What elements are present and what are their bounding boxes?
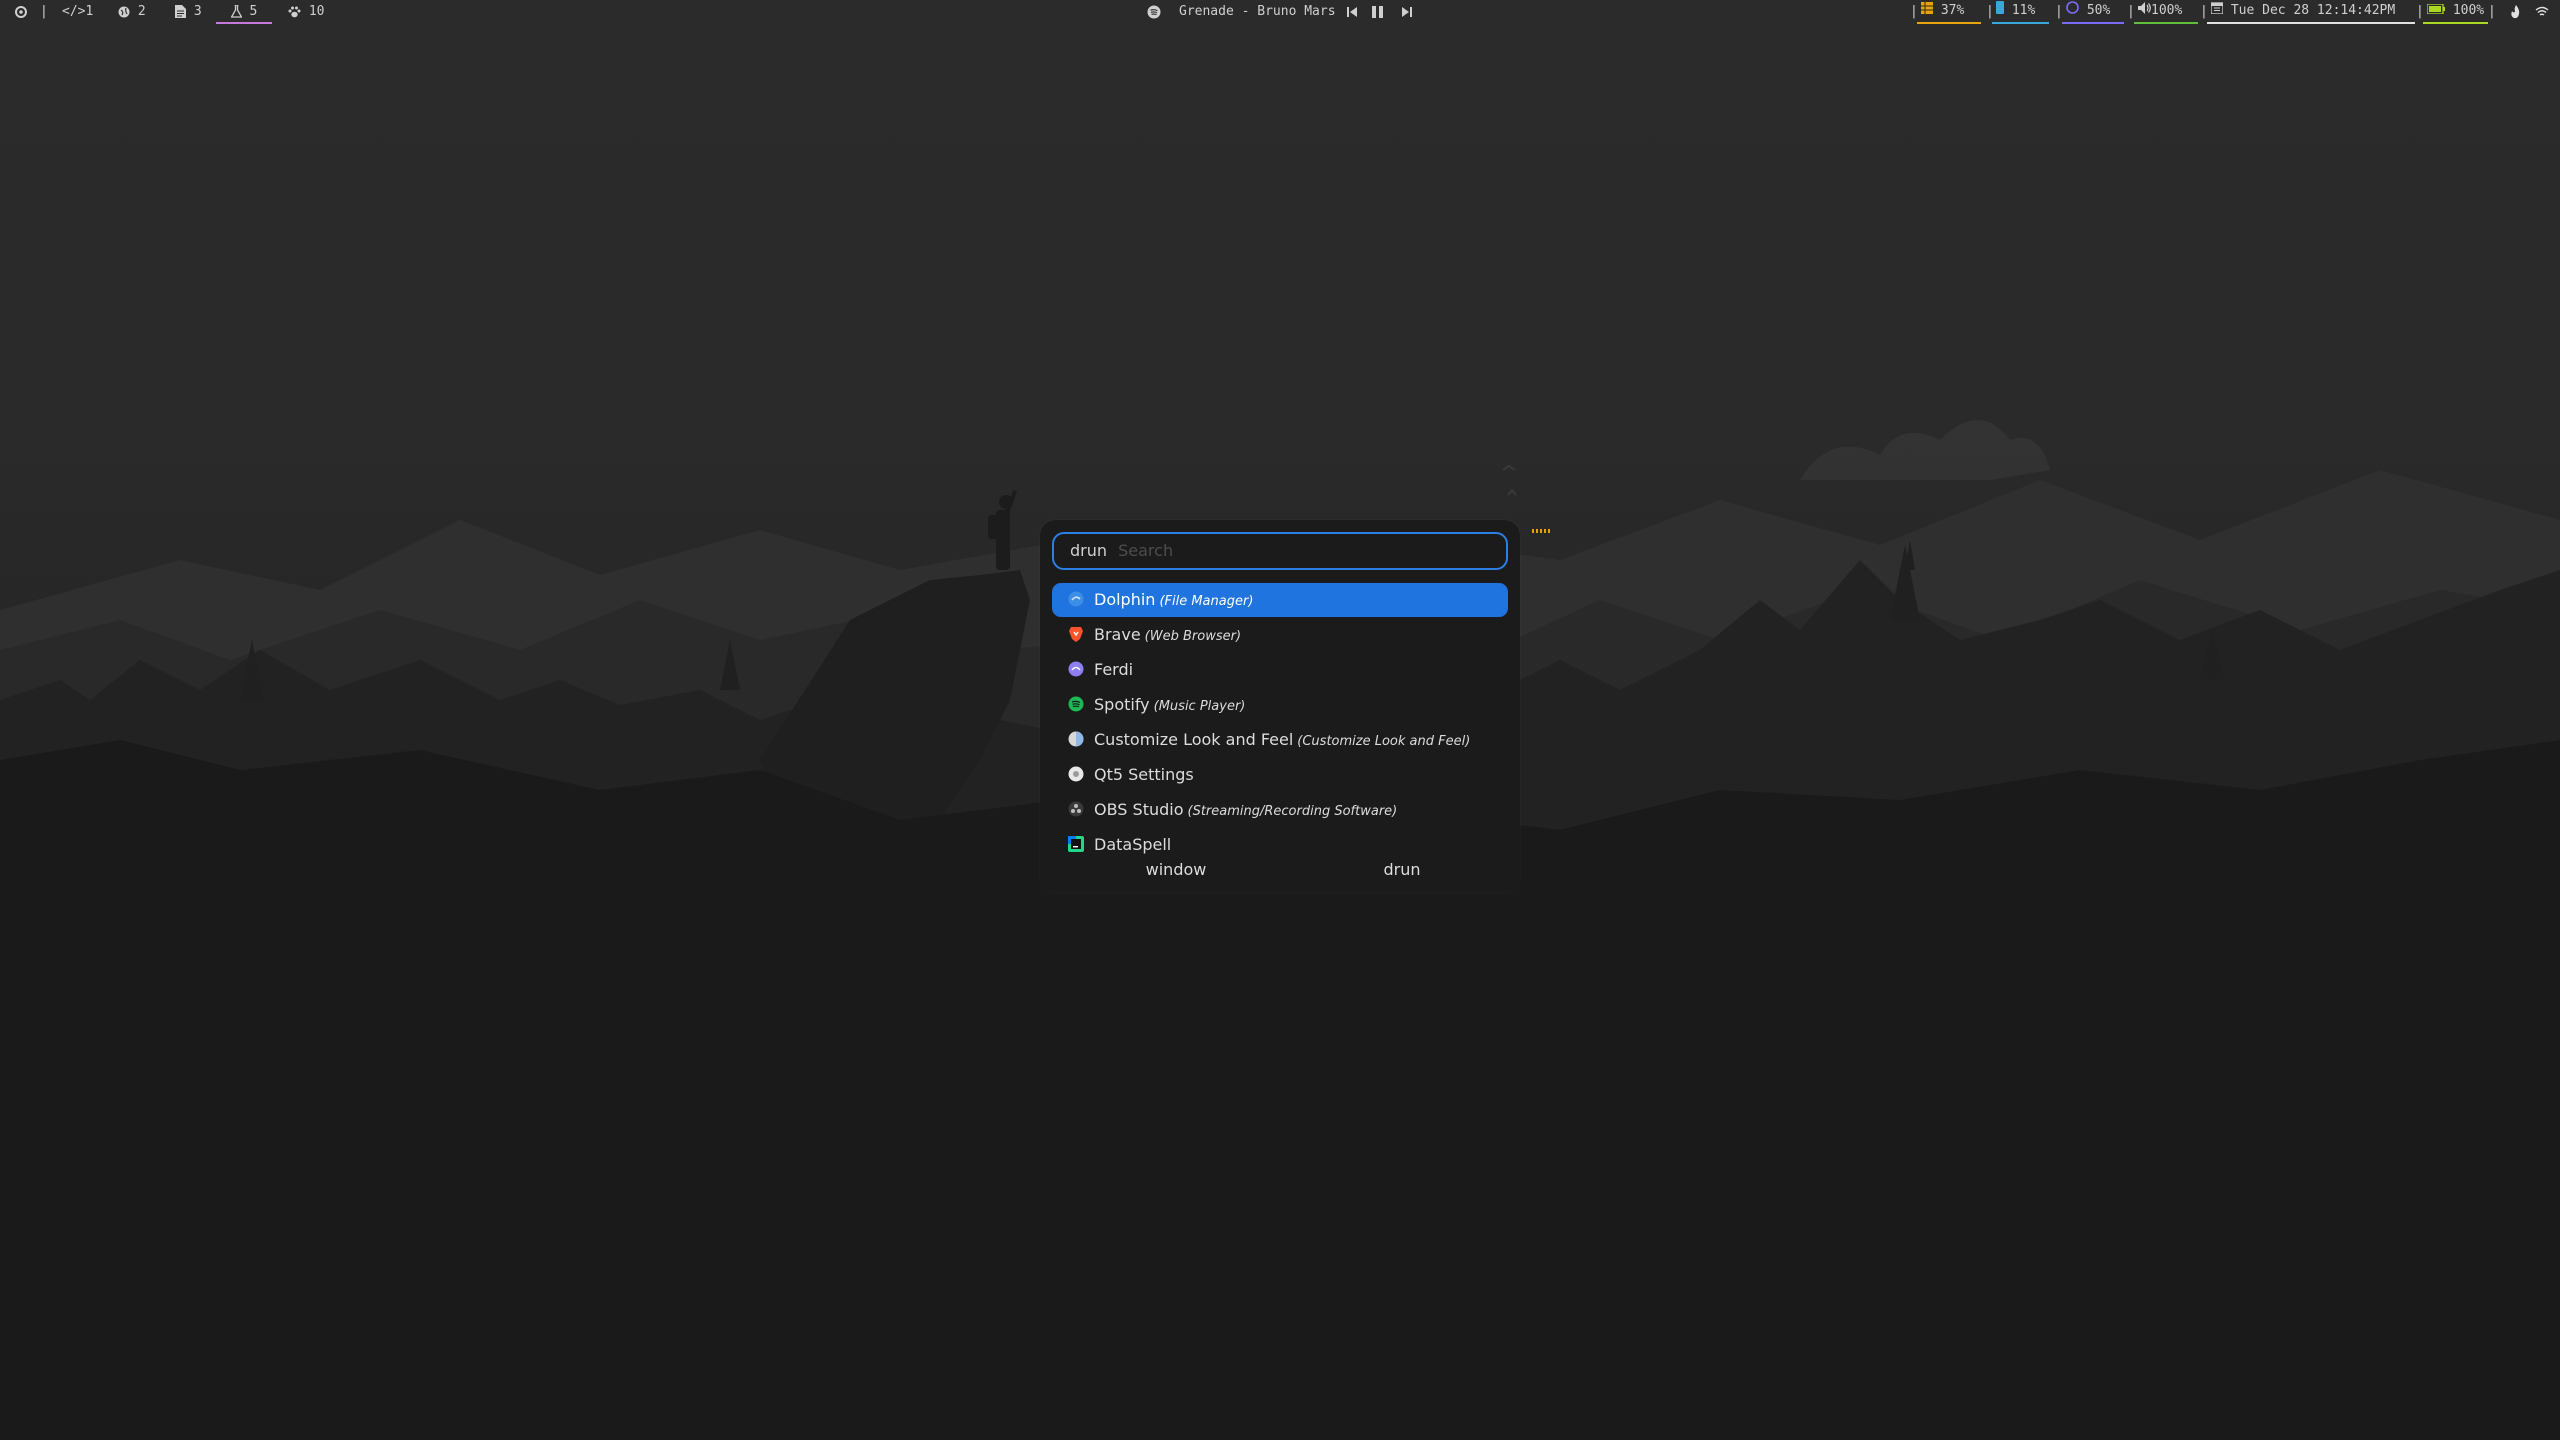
tray-dots	[1532, 529, 1552, 533]
list-item-dataspell[interactable]: DataSpell	[1052, 828, 1508, 862]
appearance-icon	[1068, 725, 1084, 747]
volume-icon	[2138, 2, 2151, 18]
list-item-brave[interactable]: Brave (Web Browser)	[1052, 618, 1508, 652]
workspace-label: 3	[193, 4, 202, 19]
list-item-dolphin[interactable]: Dolphin (File Manager)	[1052, 583, 1508, 617]
mode-button-drun[interactable]: drun	[1332, 860, 1472, 879]
workspace-label: 1	[85, 4, 94, 19]
mode-button-window[interactable]: window	[1106, 860, 1246, 879]
disk-icon	[2066, 1, 2079, 18]
workspace-label: 10	[308, 4, 325, 19]
app-name: Qt5 Settings	[1094, 765, 1194, 784]
file-icon	[175, 4, 194, 19]
desktop: | </>1 2 3 5 10 Grenade - Bruno Mars | 3…	[0, 0, 2560, 1440]
app-name: Ferdi	[1094, 660, 1134, 679]
app-name: Dolphin	[1094, 590, 1156, 609]
memory-icon	[1996, 1, 2004, 18]
flame-icon[interactable]	[2510, 0, 2522, 24]
ferdi-icon	[1068, 655, 1084, 677]
memory-module[interactable]: 11%	[1992, 0, 2049, 24]
app-description: (Customize Look and Feel)	[1297, 734, 1471, 749]
search-bar[interactable]: drun	[1052, 532, 1508, 570]
workspace-label: 2	[137, 4, 146, 19]
left-separator: |	[40, 4, 48, 19]
dolphin-icon	[1068, 585, 1084, 607]
workspace-2[interactable]: 2	[118, 0, 146, 24]
skip-back-icon[interactable]	[1347, 0, 1357, 24]
spotify-icon	[1068, 690, 1084, 712]
obs-icon	[1068, 795, 1084, 817]
app-description: (File Manager)	[1159, 594, 1254, 609]
calendar-icon	[2210, 2, 2224, 18]
app-name: Spotify	[1094, 695, 1150, 714]
arch-gear-icon[interactable]	[14, 0, 28, 24]
volume-module[interactable]: 100%	[2134, 0, 2198, 24]
now-playing-track[interactable]: Grenade - Bruno Mars	[1179, 0, 1336, 24]
disk-module[interactable]: 50%	[2062, 0, 2124, 24]
list-item-obs-studio[interactable]: OBS Studio (Streaming/Recording Software)	[1052, 793, 1508, 827]
paw-icon	[288, 4, 309, 19]
pause-icon[interactable]	[1372, 0, 1383, 24]
cpu-icon	[1921, 2, 1933, 18]
workspace-1[interactable]: </>1	[62, 0, 93, 24]
flask-icon	[230, 4, 250, 19]
app-name: Customize Look and Feel	[1094, 730, 1294, 749]
list-item-qt5-settings[interactable]: Qt5 Settings	[1052, 758, 1508, 792]
app-name: OBS Studio	[1094, 800, 1184, 819]
list-item-ferdi[interactable]: Ferdi	[1052, 653, 1508, 687]
brave-icon	[1068, 620, 1084, 642]
dataspell-icon	[1068, 830, 1084, 852]
list-item-customize-look-and-feel[interactable]: Customize Look and Feel (Customize Look a…	[1052, 723, 1508, 757]
clock-module[interactable]: Tue Dec 28 12:14:42PM	[2207, 0, 2415, 24]
search-input[interactable]	[1118, 541, 1459, 560]
qt5-settings-icon	[1068, 760, 1084, 782]
workspace-3[interactable]: 3	[175, 0, 202, 24]
top-bar: | </>1 2 3 5 10 Grenade - Bruno Mars | 3…	[0, 0, 2560, 24]
wifi-icon[interactable]	[2535, 0, 2549, 24]
globe-icon	[118, 4, 138, 19]
cpu-module[interactable]: 37%	[1917, 0, 1981, 24]
battery-icon	[2426, 3, 2445, 18]
app-description: (Web Browser)	[1144, 629, 1242, 644]
right-separator: |	[2488, 4, 2496, 19]
mode-prompt: drun	[1070, 541, 1108, 560]
code-icon: </>	[62, 4, 86, 19]
app-name: DataSpell	[1094, 835, 1172, 854]
app-launcher: drun Dolphin(File Manager) Brave(Web Bro…	[1040, 520, 1520, 893]
workspace-label: 5	[249, 4, 258, 19]
spotify-icon[interactable]	[1147, 0, 1161, 24]
skip-forward-icon[interactable]	[1402, 0, 1412, 24]
battery-module[interactable]: 100%	[2423, 0, 2488, 24]
app-description: (Music Player)	[1153, 699, 1246, 714]
list-item-spotify[interactable]: Spotify (Music Player)	[1052, 688, 1508, 722]
app-name: Brave	[1094, 625, 1141, 644]
app-description: (Streaming/Recording Software)	[1187, 804, 1398, 819]
workspace-10[interactable]: 10	[288, 0, 324, 24]
workspace-5[interactable]: 5	[216, 0, 272, 24]
